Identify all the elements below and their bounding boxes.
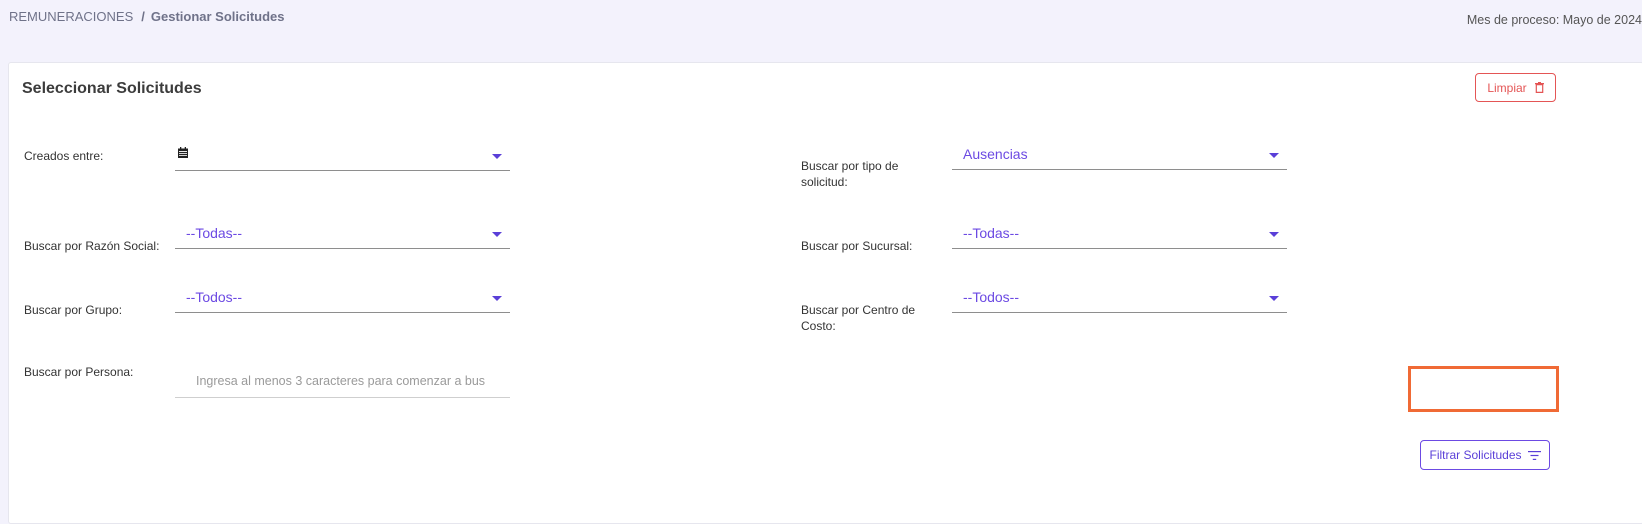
filter-icon: [1527, 450, 1541, 460]
chevron-down-icon: [492, 296, 502, 301]
person-search-input[interactable]: Ingresa al menos 3 caracteres para comen…: [175, 366, 510, 398]
cost-center-select[interactable]: --Todos--: [952, 289, 1287, 313]
breadcrumb-parent[interactable]: REMUNERACIONES: [9, 9, 133, 24]
card-title: Seleccionar Solicitudes: [22, 80, 202, 97]
cost-center-label: Buscar por Centro de Costo:: [801, 303, 916, 333]
clear-button[interactable]: Limpiar: [1475, 73, 1556, 102]
chevron-down-icon: [1269, 296, 1279, 301]
chevron-down-icon: [492, 232, 502, 237]
process-month: Mes de proceso: Mayo de 2024: [1466, 13, 1642, 27]
person-label: Buscar por Persona:: [24, 365, 134, 379]
chevron-down-icon: [492, 154, 502, 159]
business-name-select[interactable]: --Todas--: [175, 225, 510, 249]
request-type-label: Buscar por tipo de solicitud:: [801, 159, 899, 189]
filter-card: Seleccionar Solicitudes Limpiar Creados …: [8, 62, 1642, 524]
breadcrumb-separator: /: [141, 9, 145, 24]
group-label: Buscar por Grupo:: [24, 303, 123, 317]
group-value: --Todos--: [186, 289, 243, 305]
clear-button-label: Limpiar: [1487, 80, 1527, 95]
breadcrumb: REMUNERACIONES / Gestionar Solicitudes: [9, 9, 285, 24]
branch-value: --Todas--: [963, 225, 1020, 241]
top-bar: REMUNERACIONES / Gestionar Solicitudes Mes…: [0, 0, 1642, 60]
calendar-icon: [178, 147, 188, 158]
created-between-field[interactable]: [175, 147, 510, 171]
group-select[interactable]: --Todos--: [175, 289, 510, 313]
person-search-placeholder: Ingresa al menos 3 caracteres para comen…: [196, 374, 486, 388]
filter-requests-button[interactable]: Filtrar Solicitudes: [1420, 440, 1550, 470]
filter-button-label: Filtrar Solicitudes: [1429, 448, 1522, 462]
business-name-value: --Todas--: [186, 225, 243, 241]
highlight-box: [1408, 366, 1559, 412]
request-type-value: Ausencias: [963, 146, 1028, 162]
branch-select[interactable]: --Todas--: [952, 225, 1287, 249]
trash-icon: [1534, 82, 1544, 93]
breadcrumb-current: Gestionar Solicitudes: [150, 9, 285, 24]
business-name-label: Buscar por Razón Social:: [24, 239, 160, 253]
chevron-down-icon: [1269, 153, 1279, 158]
branch-label: Buscar por Sucursal:: [801, 239, 913, 253]
chevron-down-icon: [1269, 232, 1279, 237]
request-type-select[interactable]: Ausencias: [952, 146, 1287, 170]
created-between-label: Creados entre:: [24, 149, 104, 163]
cost-center-value: --Todos--: [963, 289, 1020, 305]
